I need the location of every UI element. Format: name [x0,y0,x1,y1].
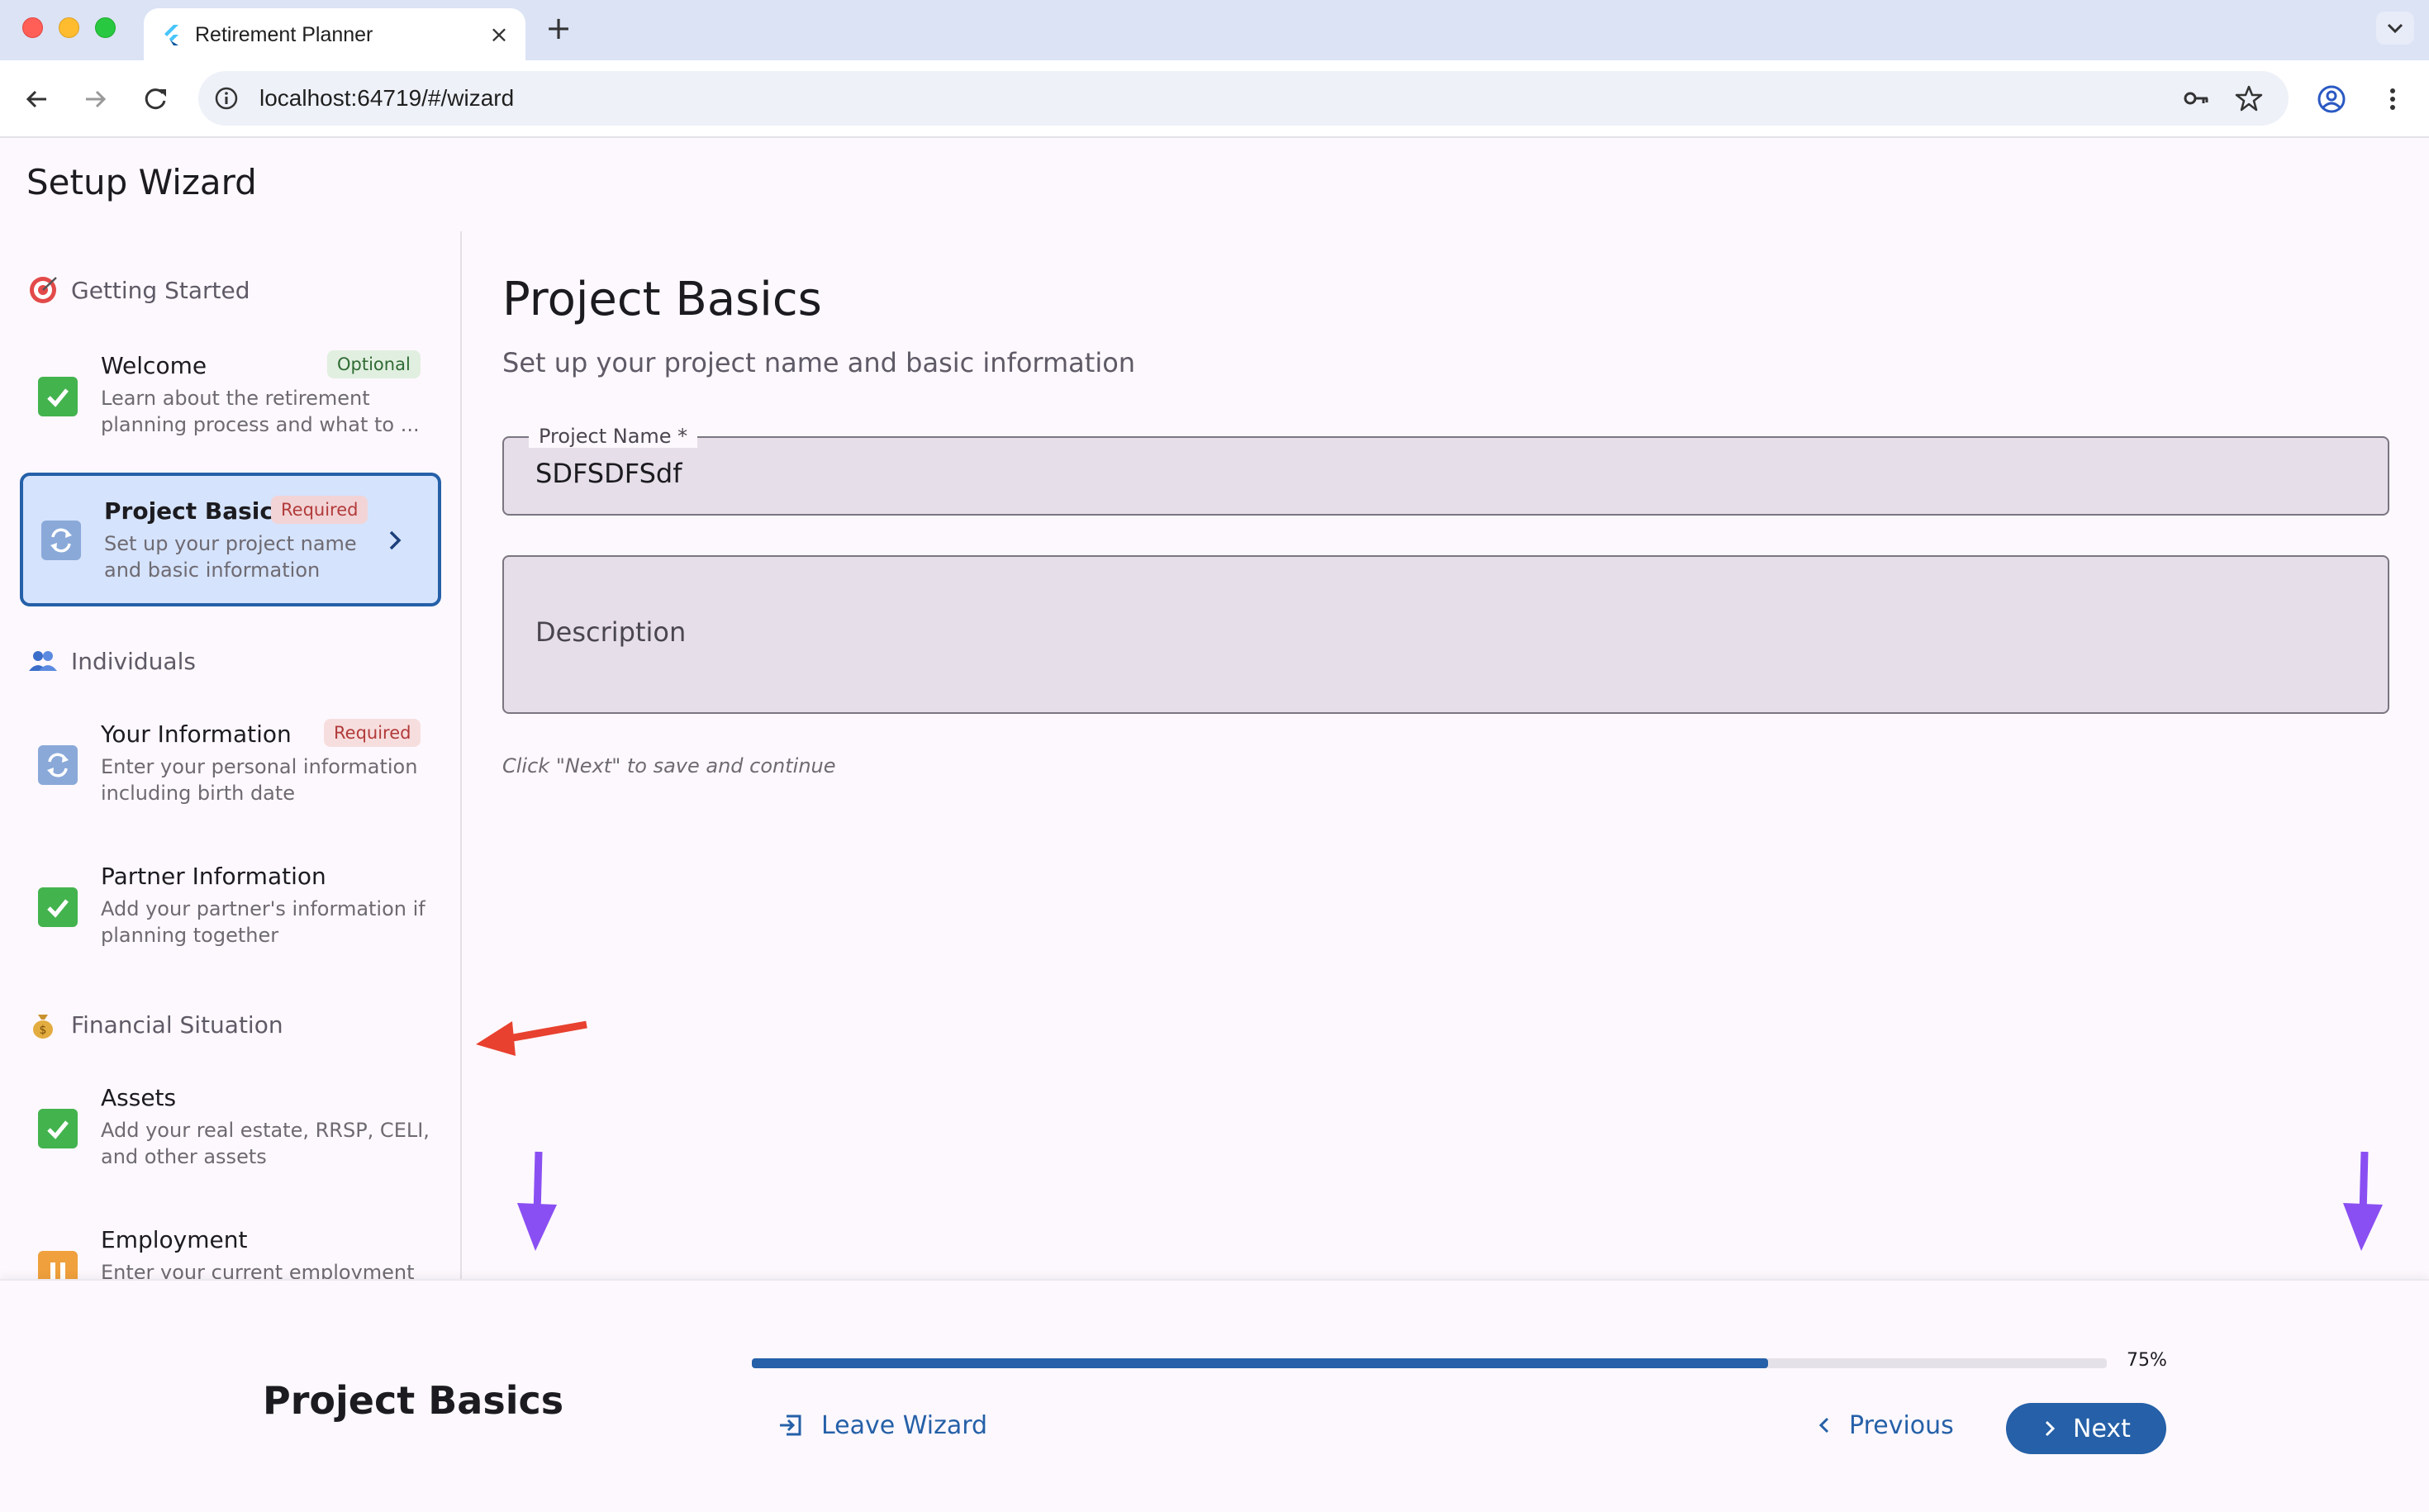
progress-bar [752,1358,2107,1368]
chevron-down-icon [2387,23,2403,34]
next-button[interactable]: Next [2006,1403,2166,1454]
sync-icon [41,521,81,560]
save-hint: Click "Next" to save and continue [502,754,836,777]
exit-icon [780,1415,801,1436]
maximize-window-button[interactable] [95,17,116,38]
project-name-label: Project Name * [529,425,698,448]
password-key-icon[interactable] [2181,83,2211,113]
check-icon [38,1109,78,1148]
kebab-menu-icon[interactable] [2376,83,2409,116]
optional-badge: Optional [327,350,421,378]
new-tab-icon[interactable]: + [542,12,575,45]
forward-arrow-icon[interactable] [79,83,112,116]
wizard-sidebar: Getting Started Welcome Optional Learn a… [0,231,459,1281]
previous-button[interactable]: Previous [1816,1396,1954,1454]
page-heading: Project Basics [502,273,822,326]
project-name-value[interactable]: SDFSDFSdf [535,458,682,489]
section-label: Getting Started [71,276,250,304]
site-info-icon[interactable] [213,85,240,112]
back-arrow-icon[interactable] [20,83,53,116]
step-title: Partner Information [101,863,326,890]
section-getting-started: Getting Started [26,269,250,311]
step-description: Add your partner's information if planni… [101,897,425,947]
step-assets[interactable]: Assets Add your real estate, RRSP, CELI,… [20,1067,441,1200]
tab-close-icon[interactable]: × [484,20,514,50]
step-title: Welcome [101,352,207,379]
section-individuals: Individuals [26,640,196,682]
section-label: Financial Situation [71,1010,283,1039]
bookmark-star-icon[interactable] [2234,83,2264,113]
required-badge: Required [324,719,421,747]
tab-search-button[interactable] [2376,12,2414,45]
step-description: Set up your project name and basic infor… [104,532,357,582]
chevron-left-icon [1818,1417,1829,1434]
chevron-right-icon [2045,1420,2056,1437]
check-icon [38,887,78,927]
browser-toolbar: localhost:64719/#/wizard [0,60,2429,138]
target-icon [30,277,57,303]
sync-icon [38,745,78,785]
purple-arrow-annotation-right [2343,1151,2383,1251]
progress-fill [752,1358,1768,1368]
check-icon [38,377,78,416]
required-badge: Required [271,496,368,524]
flutter-icon [164,25,178,45]
reload-icon[interactable] [139,83,172,116]
purple-arrow-annotation-left [517,1151,557,1251]
project-name-field[interactable]: Project Name * SDFSDFSdf [502,425,2389,516]
tab-title: Retirement Planner [195,23,373,46]
leave-wizard-button[interactable]: Leave Wizard [777,1396,987,1454]
progress-label: 75% [2127,1350,2167,1371]
step-description: Enter your current employment [101,1261,415,1281]
money-bag-icon: $ [33,1015,53,1039]
step-welcome[interactable]: Welcome Optional Learn about the retirem… [20,335,441,468]
previous-label: Previous [1849,1410,1954,1440]
leave-wizard-label: Leave Wizard [821,1410,988,1440]
step-title: Assets [101,1084,177,1111]
red-arrow-annotation [476,1020,587,1056]
wizard-footer: Project Basics 75% Leave Wizard Previous… [0,1279,2429,1512]
step-title: Your Information [101,720,292,748]
page-subtitle: Set up your project name and basic infor… [502,347,1136,378]
description-field[interactable]: Description [502,555,2389,714]
profile-icon[interactable] [2315,83,2348,116]
step-description: Add your real estate, RRSP, CELI, and ot… [101,1119,430,1168]
footer-step-title: Project Basics [263,1378,564,1423]
step-project-basics[interactable]: Project Basics Required Set up your proj… [20,473,441,606]
svg-text:$: $ [40,1024,47,1037]
step-title: Employment [101,1226,248,1253]
people-icon [29,651,57,671]
browser-tab-bar: Retirement Planner × + [0,0,2429,60]
url-text[interactable]: localhost:64719/#/wizard [259,83,514,114]
sidebar-divider [460,231,462,1281]
step-partner-information[interactable]: Partner Information Add your partner's i… [20,846,441,978]
step-description: Enter your personal information includin… [101,755,418,805]
description-placeholder: Description [535,616,687,648]
minimize-window-button[interactable] [59,17,79,38]
step-description: Learn about the retirement planning proc… [101,387,420,436]
app-title: Setup Wizard [26,162,257,202]
close-window-button[interactable] [22,17,43,38]
next-label: Next [2073,1414,2131,1443]
step-title: Project Basics [104,497,288,525]
step-employment[interactable]: Employment Enter your current employment [20,1210,441,1281]
section-label: Individuals [71,647,196,675]
pause-icon [38,1251,78,1281]
browser-tab[interactable]: Retirement Planner × [144,8,525,60]
address-bar[interactable]: localhost:64719/#/wizard [198,71,2289,126]
section-financial-situation: $ Financial Situation [26,1004,283,1045]
chevron-right-icon [389,530,402,550]
step-your-information[interactable]: Your Information Required Enter your per… [20,704,441,836]
